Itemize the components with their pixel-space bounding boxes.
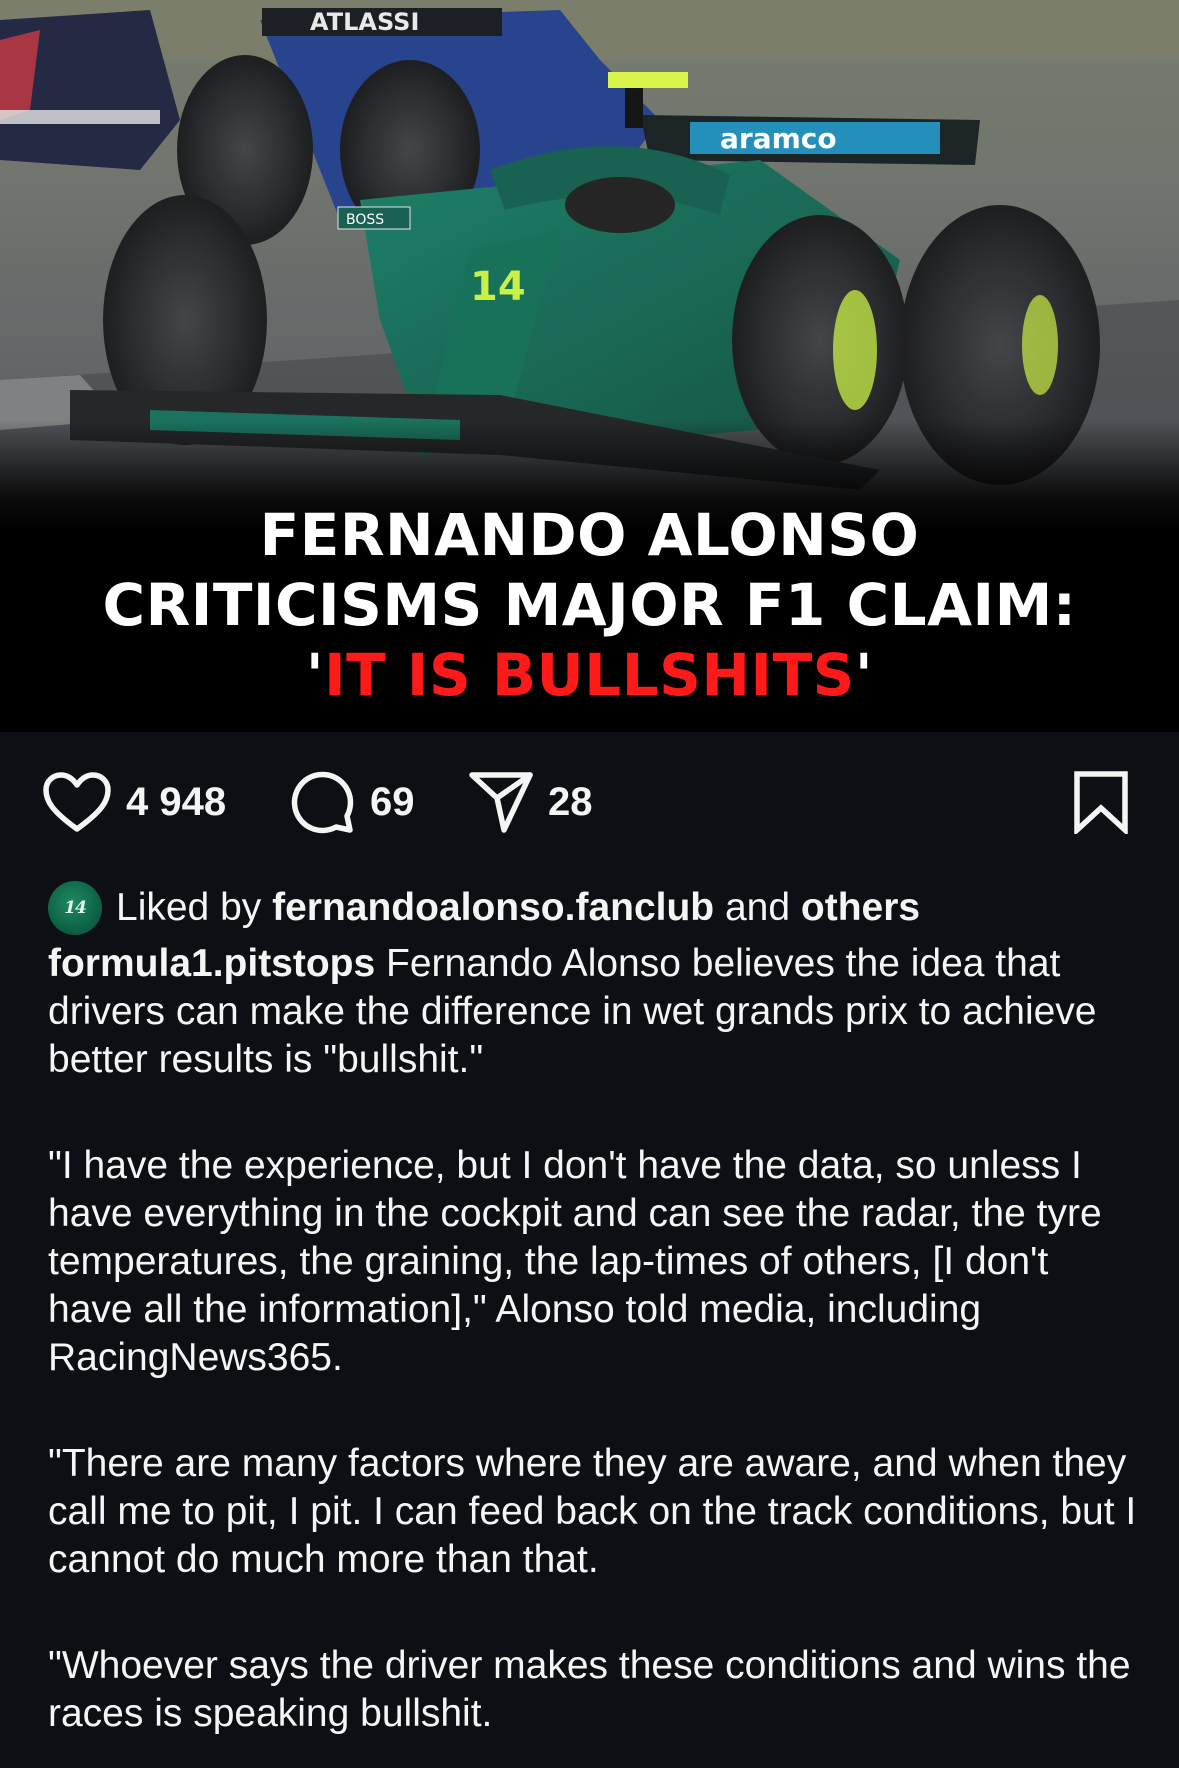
avatar-badge-text: 14 xyxy=(64,898,87,918)
liked-by-user-link[interactable]: fernandoalonso.fanclub xyxy=(272,886,714,930)
quote-close: ' xyxy=(854,641,874,709)
liked-by-connector: and xyxy=(724,886,791,929)
heart-icon[interactable] xyxy=(42,771,112,833)
post-actions: 4 948 69 28 xyxy=(0,762,1179,842)
comment-button[interactable]: 69 xyxy=(290,770,415,834)
liked-by-others-link[interactable]: others xyxy=(801,886,920,930)
caption-paragraph: "There are many factors where they are a… xyxy=(48,1442,1137,1581)
caption-paragraph: "Whoever says the driver makes these con… xyxy=(48,1644,1131,1735)
like-button[interactable]: 4 948 xyxy=(42,772,226,832)
share-button[interactable]: 28 xyxy=(468,770,593,834)
like-count: 4 948 xyxy=(126,780,227,824)
post-caption: formula1.pitstops Fernando Alonso believ… xyxy=(48,940,1139,1738)
liked-by-prefix: Liked by xyxy=(116,886,262,929)
headline: FERNANDO ALONSO CRITICISMS MAJOR F1 CLAI… xyxy=(0,500,1179,710)
headline-highlight: IT IS BULLSHITS xyxy=(324,641,855,709)
caption-paragraph: formula1.pitstops Fernando Alonso believ… xyxy=(48,940,1139,1084)
quote-open: ' xyxy=(305,641,325,709)
share-count: 28 xyxy=(548,780,593,824)
bookmark-icon[interactable] xyxy=(1072,770,1130,834)
headline-line-1: FERNANDO ALONSO xyxy=(259,501,920,569)
caption-paragraph: "I have the experience, but I don't have… xyxy=(48,1144,1102,1379)
paper-plane-icon[interactable] xyxy=(468,770,534,834)
headline-line-2: CRITICISMS MAJOR F1 CLAIM: xyxy=(102,571,1077,639)
post-image[interactable]: ATLASSI aramco 14 BOSS FERNANDO ALONSO C… xyxy=(0,0,1179,732)
avatar[interactable]: 14 xyxy=(48,881,102,935)
liked-by-row: 14 Liked by fernandoalonso.fanclub and o… xyxy=(48,880,920,936)
save-button[interactable] xyxy=(1072,770,1130,834)
comment-count: 69 xyxy=(370,780,415,824)
comment-bubble-icon[interactable] xyxy=(290,770,356,834)
caption-username-link[interactable]: formula1.pitstops xyxy=(48,942,375,985)
